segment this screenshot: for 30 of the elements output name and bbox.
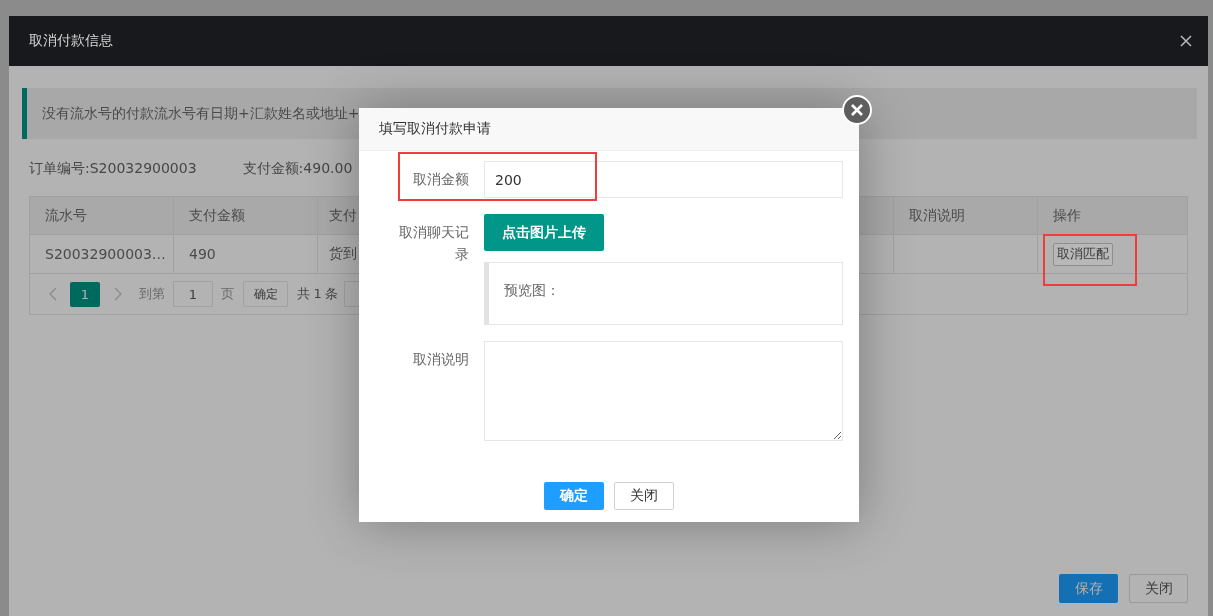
- page-number-field[interactable]: 1: [173, 281, 213, 307]
- footer-button[interactable]: 关闭: [1129, 574, 1188, 603]
- amount-field[interactable]: 200: [484, 161, 843, 198]
- column-header: 流水号: [30, 197, 174, 235]
- go-button[interactable]: 确定: [243, 281, 288, 307]
- close-icon: [1180, 35, 1192, 47]
- field-label: 取消金额: [412, 170, 470, 189]
- total-count-text: 共 1 条: [297, 285, 339, 303]
- chevron-left-icon: [49, 287, 57, 301]
- goto-label: 到第: [139, 285, 165, 303]
- column-header: 支付金额: [174, 197, 318, 235]
- popup-title: 填写取消付款申请: [379, 120, 491, 138]
- column-header: 取消说明: [894, 197, 1038, 235]
- page-button[interactable]: 1: [70, 281, 100, 307]
- table-cell: 490: [174, 235, 318, 274]
- order-number-text: 订单编号:S20032900003: [29, 159, 197, 178]
- column-header: 操作: [1038, 197, 1187, 235]
- upload-button[interactable]: 点击图片上传: [484, 214, 604, 251]
- payment-amount-text: 支付金额:490.00: [242, 159, 353, 178]
- page-unit-label: 页: [221, 285, 234, 303]
- dialog-button[interactable]: 关闭: [614, 482, 674, 510]
- close-button[interactable]: [1180, 35, 1192, 47]
- dialog-button[interactable]: 确定: [544, 482, 604, 510]
- table-cell: S20032900003…: [30, 235, 174, 274]
- unmatch-button[interactable]: 取消匹配: [1053, 242, 1113, 266]
- dialog-title: 取消付款信息: [29, 32, 113, 50]
- description-field[interactable]: [484, 341, 843, 441]
- chevron-right-icon: [114, 287, 122, 301]
- preview-label: 预览图：: [504, 282, 560, 298]
- field-label: 取消说明: [412, 350, 470, 369]
